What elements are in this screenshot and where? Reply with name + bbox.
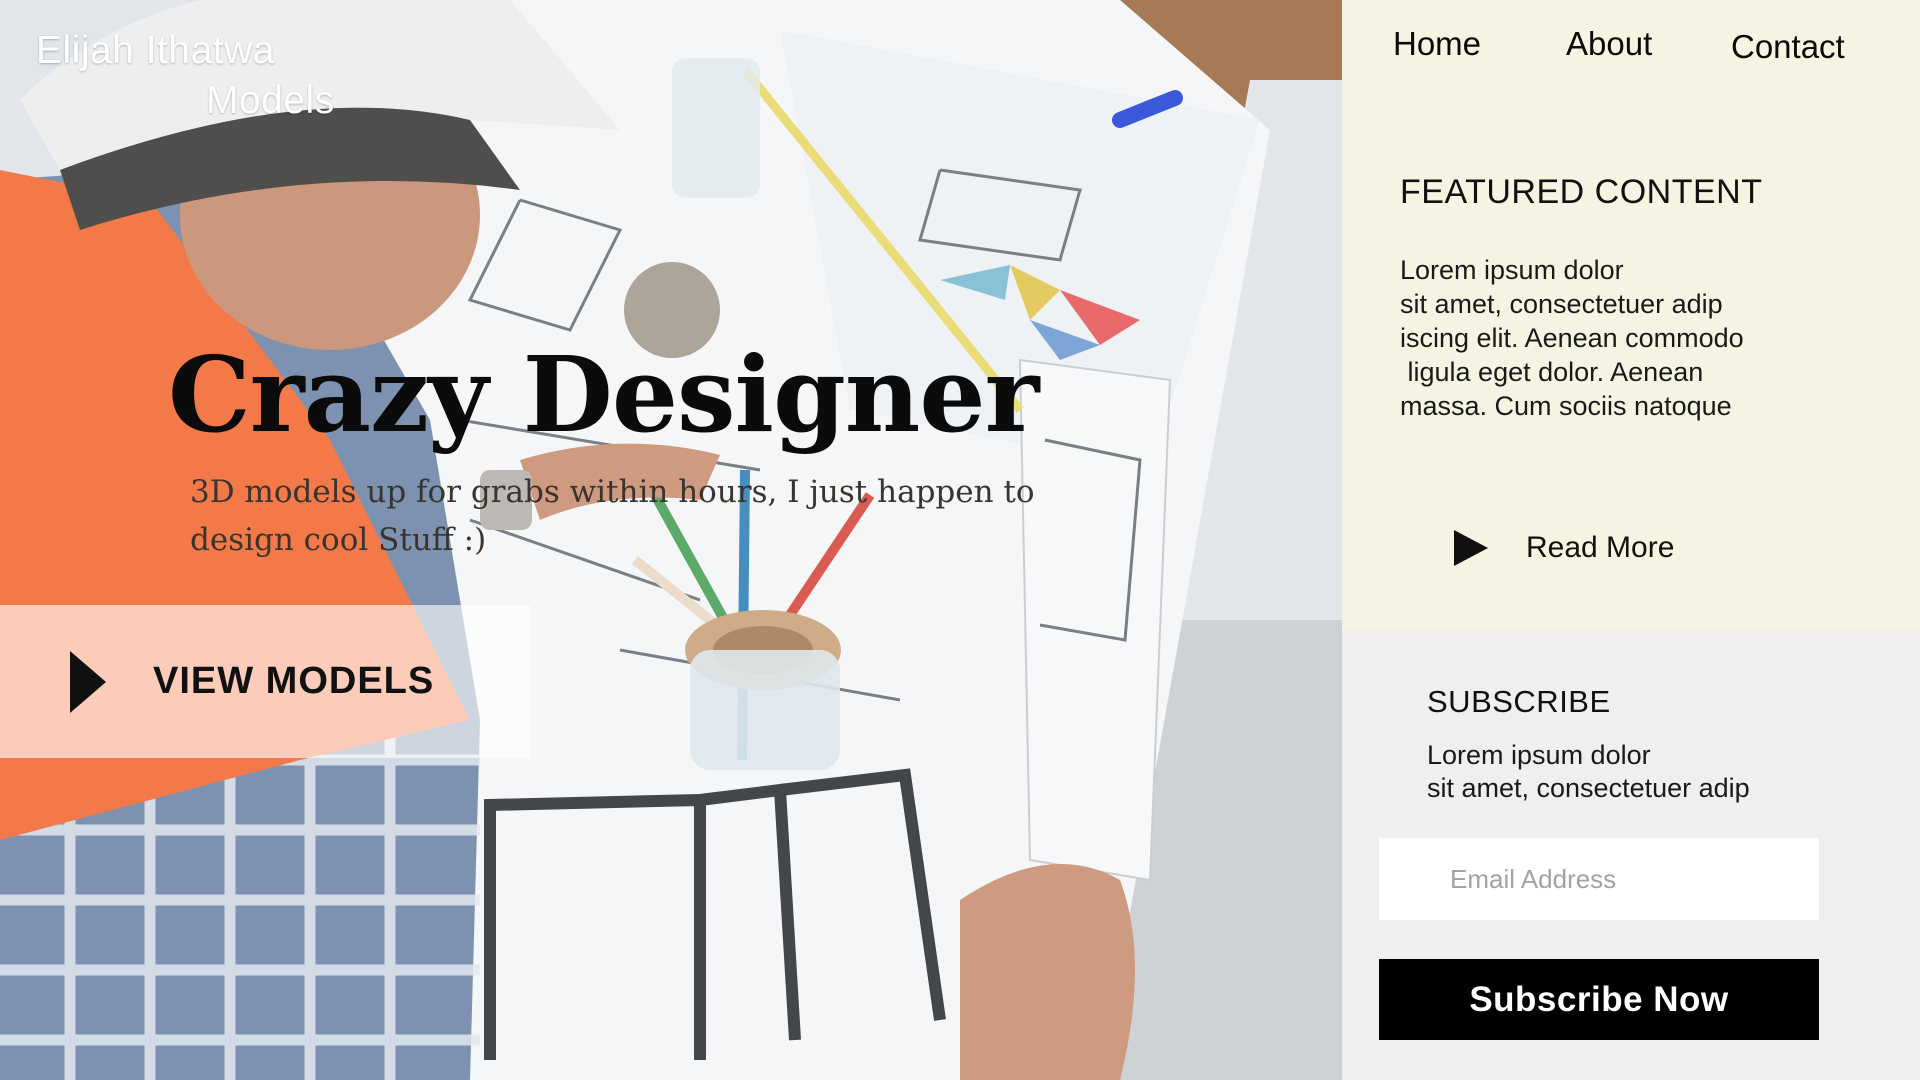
play-triangle-icon	[70, 650, 106, 713]
nav-contact[interactable]: Contact	[1731, 25, 1845, 69]
play-triangle-icon	[1454, 530, 1488, 566]
featured-text-line: massa. Cum sociis natoque	[1400, 391, 1732, 421]
featured-text-line: iscing elit. Aenean commodo	[1400, 323, 1744, 353]
brand-tagline: Models	[206, 79, 335, 122]
read-more-label: Read More	[1526, 531, 1675, 564]
read-more-link[interactable]: Read More	[1454, 530, 1674, 566]
subscribe-text-line: Lorem ipsum dolor	[1427, 740, 1651, 770]
subscribe-text: Lorem ipsum dolor sit amet, consectetuer…	[1427, 739, 1847, 805]
view-models-button[interactable]: VIEW MODELS	[0, 605, 530, 758]
email-field[interactable]	[1379, 838, 1819, 920]
featured-text-line: sit amet, consectetuer adip	[1400, 289, 1723, 319]
featured-heading: FEATURED CONTENT	[1400, 173, 1763, 211]
subscribe-heading: SUBSCRIBE	[1427, 684, 1611, 719]
featured-text: Lorem ipsum dolor sit amet, consectetuer…	[1400, 253, 1820, 423]
subscribe-text-line: sit amet, consectetuer adip	[1427, 773, 1750, 803]
hero-subtitle: 3D models up for grabs within hours, I j…	[190, 474, 1035, 558]
hero-section: Elijah Ithatwa Models Crazy Designer 3D …	[0, 0, 1342, 1080]
subscribe-button[interactable]: Subscribe Now	[1379, 959, 1819, 1040]
sidebar-panel: Home About Contact FEATURED CONTENT Lore…	[1342, 0, 1920, 1080]
main-nav: Home About Contact	[1342, 22, 1920, 82]
featured-section: Home About Contact FEATURED CONTENT Lore…	[1342, 0, 1920, 630]
view-models-label: VIEW MODELS	[153, 660, 435, 702]
hero-title: Crazy Designer	[168, 333, 1039, 456]
site-logo[interactable]: Elijah Ithatwa Models	[36, 26, 335, 126]
brand-name: Elijah Ithatwa	[36, 29, 275, 72]
featured-text-line: ligula eget dolor. Aenean	[1400, 357, 1704, 387]
nav-home[interactable]: Home	[1393, 22, 1481, 66]
nav-about[interactable]: About	[1566, 22, 1652, 66]
featured-text-line: Lorem ipsum dolor	[1400, 255, 1624, 285]
subscribe-section: SUBSCRIBE Lorem ipsum dolor sit amet, co…	[1342, 630, 1920, 1080]
